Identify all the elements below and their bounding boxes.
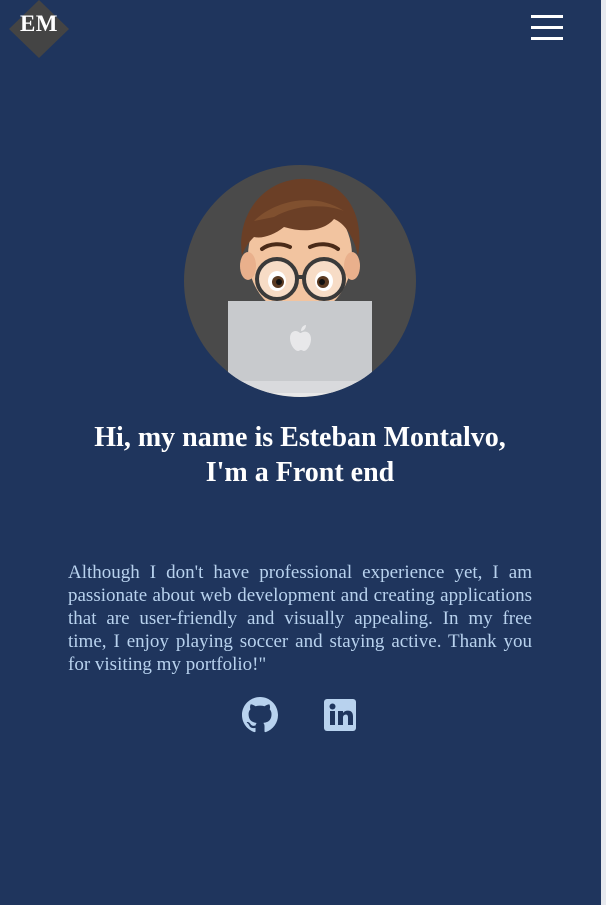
headline-line2: I'm a Front end <box>205 457 395 488</box>
menu-button[interactable] <box>531 15 563 41</box>
hero-headline: Hi, my name is Esteban Montalvo, I'm a F… <box>40 420 560 490</box>
github-link[interactable] <box>242 697 278 733</box>
scrollbar[interactable] <box>601 0 606 905</box>
avatar <box>184 161 416 401</box>
logo-text: EM <box>19 11 59 36</box>
social-links <box>0 697 600 737</box>
logo[interactable]: EM <box>9 0 69 58</box>
menu-bar <box>531 26 563 29</box>
headline-line1: Hi, my name is Esteban Montalvo, <box>94 422 506 453</box>
menu-bar <box>531 15 563 18</box>
memoji-avatar-icon <box>184 165 416 397</box>
bio-text: Although I don't have professional exper… <box>68 562 532 675</box>
github-icon <box>242 697 278 733</box>
menu-bar <box>531 37 563 40</box>
linkedin-link[interactable] <box>322 697 358 733</box>
linkedin-icon <box>324 699 356 731</box>
